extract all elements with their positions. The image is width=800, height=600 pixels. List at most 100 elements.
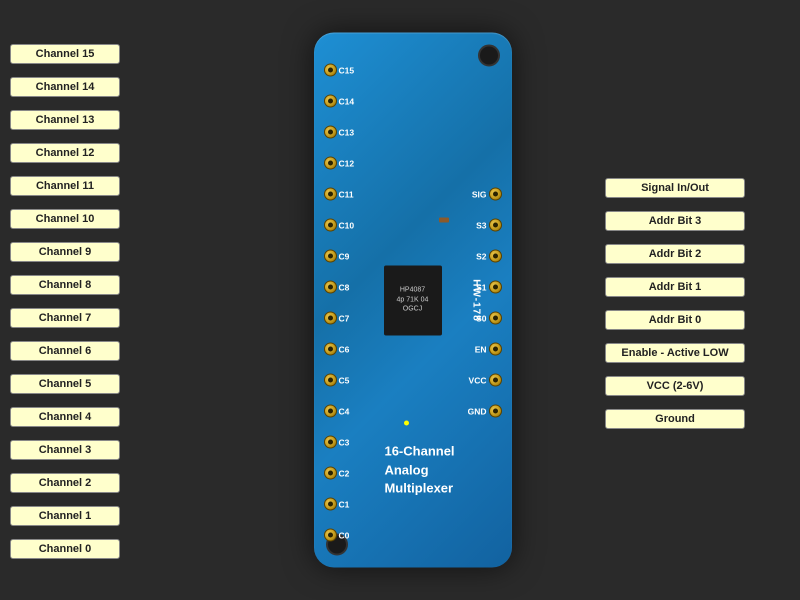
right-label-box-s3: Addr Bit 3 — [605, 211, 745, 231]
pin-circle-right-gnd — [489, 405, 502, 418]
smd-resistor — [439, 218, 449, 223]
pin-text-ch7: C7 — [339, 313, 350, 323]
channel-label-ch10: Channel 10 — [10, 209, 120, 229]
left-pin-row-ch6: C6 — [324, 334, 355, 365]
left-pin-row-ch13: C13 — [324, 117, 355, 148]
pin-circle-right-s1 — [489, 281, 502, 294]
right-pin-text-gnd: GND — [468, 406, 487, 416]
right-label-box-en: Enable - Active LOW — [605, 343, 745, 363]
pin-circle-ch5 — [324, 374, 337, 387]
channel-row-ch10: Channel 10 — [10, 203, 220, 234]
right-label-box-vcc: VCC (2-6V) — [605, 376, 745, 396]
board-title: 16-Channel Analog Multiplexer — [384, 443, 454, 498]
channel-label-ch15: Channel 15 — [10, 44, 120, 64]
pin-circle-ch0 — [324, 529, 337, 542]
pin-circle-ch7 — [324, 312, 337, 325]
channel-row-ch3: Channel 3 — [10, 434, 220, 465]
right-pin-text-vcc: VCC — [469, 375, 487, 385]
pin-text-ch4: C4 — [339, 406, 350, 416]
channel-row-ch15: Channel 15 — [10, 38, 220, 69]
right-pin-row-s2: S2 — [468, 241, 502, 272]
left-pin-row-ch2: C2 — [324, 458, 355, 489]
right-pin-text-s2: S2 — [476, 251, 486, 261]
left-pin-row-ch11: C11 — [324, 179, 355, 210]
left-pin-row-ch12: C12 — [324, 148, 355, 179]
pin-text-ch12: C12 — [339, 158, 355, 168]
channel-label-ch2: Channel 2 — [10, 473, 120, 493]
right-label-box-s0: Addr Bit 0 — [605, 310, 745, 330]
right-label-row-s3: Addr Bit 3 — [605, 205, 790, 236]
channel-row-ch0: Channel 0 — [10, 533, 220, 564]
channel-row-ch9: Channel 9 — [10, 236, 220, 267]
left-pin-column: C15 C14 C13 C12 C11 C10 C9 C8 C7 C6 C5 C4 C3 C2 C1 C0 — [324, 55, 355, 551]
channel-label-ch6: Channel 6 — [10, 341, 120, 361]
left-pin-row-ch3: C3 — [324, 427, 355, 458]
pin-text-ch14: C14 — [339, 96, 355, 106]
right-pin-row-s0: S0 — [468, 303, 502, 334]
channel-label-ch4: Channel 4 — [10, 407, 120, 427]
pin-circle-ch3 — [324, 436, 337, 449]
right-pin-column: SIG S3 S2 S1S0 EN VCC GND — [468, 55, 502, 427]
pin-text-ch3: C3 — [339, 437, 350, 447]
left-pin-row-ch0: C0 — [324, 520, 355, 551]
right-label-row-s1: Addr Bit 1 — [605, 271, 790, 302]
board-area: HW-178 C15C14C13C12C11C10C9C8C7C6C5C4C3C… — [220, 10, 605, 590]
pin-circle-right-en — [489, 343, 502, 356]
pin-circle-ch14 — [324, 95, 337, 108]
channel-row-ch6: Channel 6 — [10, 335, 220, 366]
right-pin-text-s3: S3 — [476, 220, 486, 230]
channel-row-ch8: Channel 8 — [10, 269, 220, 300]
pin-text-ch0: C0 — [339, 530, 350, 540]
channel-row-ch12: Channel 12 — [10, 137, 220, 168]
right-label-box-sig: Signal In/Out — [605, 178, 745, 198]
pin-circle-ch2 — [324, 467, 337, 480]
channel-label-ch1: Channel 1 — [10, 506, 120, 526]
pin-circle-ch9 — [324, 250, 337, 263]
right-pin-row-vcc: VCC — [468, 365, 502, 396]
channel-label-ch5: Channel 5 — [10, 374, 120, 394]
pin-circle-right-s3 — [489, 219, 502, 232]
left-channel-labels: Channel 15 Channel 14 Channel 13 Channel 12… — [10, 10, 220, 590]
left-pin-row-ch1: C1 — [324, 489, 355, 520]
channel-label-ch13: Channel 13 — [10, 110, 120, 130]
pin-circle-ch12 — [324, 157, 337, 170]
pin-circle-ch11 — [324, 188, 337, 201]
pin-circle-ch15 — [324, 64, 337, 77]
right-pin-row-sig: SIG — [468, 179, 502, 210]
left-pin-row-ch15: C15 — [324, 55, 355, 86]
channel-row-ch13: Channel 13 — [10, 104, 220, 135]
right-label-box-gnd: Ground — [605, 409, 745, 429]
pin-circle-ch1 — [324, 498, 337, 511]
right-label-row-vcc: VCC (2-6V) — [605, 370, 790, 401]
pin-text-ch1: C1 — [339, 499, 350, 509]
pin-text-ch11: C11 — [339, 189, 354, 199]
right-label-row-s2: Addr Bit 2 — [605, 238, 790, 269]
pin-circle-right-s0 — [489, 312, 502, 325]
channel-row-ch11: Channel 11 — [10, 170, 220, 201]
channel-label-ch8: Channel 8 — [10, 275, 120, 295]
left-pin-row-ch9: C9 — [324, 241, 355, 272]
pin-text-ch9: C9 — [339, 251, 350, 261]
pin-circle-ch6 — [324, 343, 337, 356]
pin-text-ch6: C6 — [339, 344, 350, 354]
ic-chip: HP40874p 71K 04OGCJ — [384, 265, 442, 335]
right-label-row-en: Enable - Active LOW — [605, 337, 790, 368]
channel-row-ch5: Channel 5 — [10, 368, 220, 399]
pin-circle-right-s2 — [489, 250, 502, 263]
pin-circle-right-vcc — [489, 374, 502, 387]
channel-row-ch14: Channel 14 — [10, 71, 220, 102]
pin-text-ch2: C2 — [339, 468, 350, 478]
right-pin-text-en: EN — [475, 344, 487, 354]
pin-circle-ch8 — [324, 281, 337, 294]
right-pin-row-s1: S1 — [468, 272, 502, 303]
pin-circle-ch13 — [324, 126, 337, 139]
channel-label-ch14: Channel 14 — [10, 77, 120, 97]
pin-circle-ch4 — [324, 405, 337, 418]
left-pin-row-ch10: C10 — [324, 210, 355, 241]
pin-text-ch8: C8 — [339, 282, 350, 292]
left-pin-row-ch5: C5 — [324, 365, 355, 396]
pin-text-ch13: C13 — [339, 127, 355, 137]
main-layout: Channel 15 Channel 14 Channel 13 Channel 12… — [10, 10, 790, 590]
left-pin-row-ch14: C14 — [324, 86, 355, 117]
channel-label-ch12: Channel 12 — [10, 143, 120, 163]
